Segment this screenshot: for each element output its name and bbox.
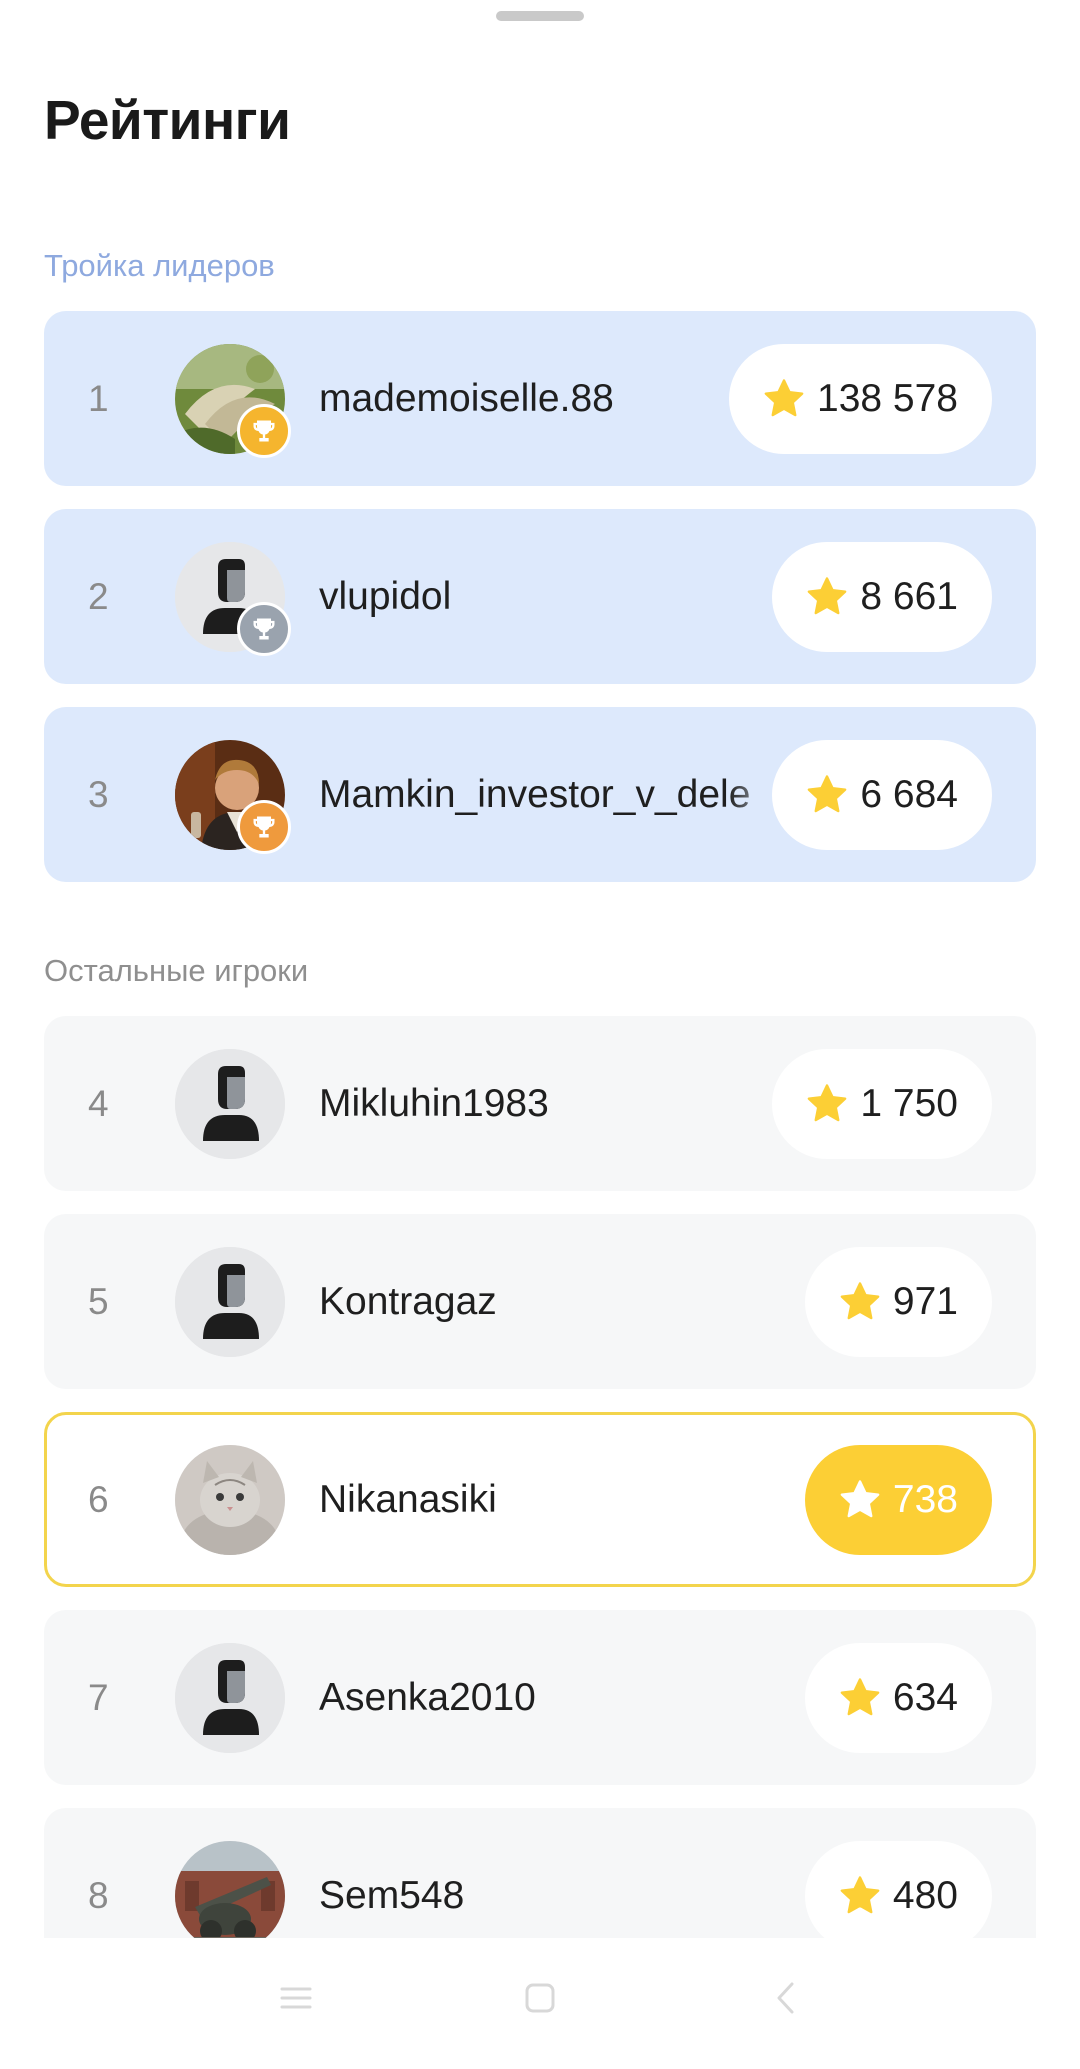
avatar xyxy=(175,1445,285,1555)
rank-number: 6 xyxy=(88,1478,109,1520)
section-label-leaders: Тройка лидеров xyxy=(44,248,275,283)
nav-home-button[interactable] xyxy=(510,1968,570,2028)
system-navigation-bar xyxy=(0,1938,1080,2069)
default-avatar xyxy=(175,1247,285,1357)
user-placeholder-icon xyxy=(175,1247,285,1357)
player-name: Nikanasiki xyxy=(319,1477,497,1521)
player-name: Kontragaz xyxy=(319,1279,497,1323)
leaderboard-row[interactable]: 2 vlupidol 8 661 xyxy=(44,509,1036,684)
score-pill: 138 578 xyxy=(729,344,992,454)
score-pill: 634 xyxy=(804,1643,992,1753)
avatar xyxy=(175,1841,285,1951)
rank-number: 7 xyxy=(88,1676,109,1718)
rank-number: 2 xyxy=(88,575,109,617)
default-avatar xyxy=(175,1049,285,1159)
rank-number: 3 xyxy=(88,773,109,815)
trophy-icon xyxy=(253,816,275,838)
score-pill: 8 661 xyxy=(772,542,992,652)
score-pill: 6 684 xyxy=(772,740,992,850)
rank-number: 1 xyxy=(88,377,109,419)
trophy-icon xyxy=(253,420,275,442)
score-pill-current-user: 738 xyxy=(804,1445,992,1555)
gold-trophy-badge xyxy=(237,404,291,458)
star-icon xyxy=(808,1084,847,1122)
nav-menu-button[interactable] xyxy=(266,1968,326,2028)
leaderboard-row-current-user[interactable]: 6 Nikanasiki 738 xyxy=(44,1412,1036,1587)
score-value: 8 661 xyxy=(860,575,958,618)
player-name: Mamkin_investor_v_dele xyxy=(319,772,751,816)
score-pill: 1 750 xyxy=(772,1049,992,1159)
nav-back-button[interactable] xyxy=(756,1968,816,2028)
rank-number: 4 xyxy=(88,1082,109,1124)
menu-icon xyxy=(280,1987,312,2009)
default-avatar xyxy=(175,1643,285,1753)
star-icon xyxy=(840,1480,880,1518)
star-icon xyxy=(764,379,804,417)
score-value: 6 684 xyxy=(860,773,958,816)
bronze-trophy-badge xyxy=(237,800,291,854)
star-icon xyxy=(840,1876,880,1914)
rank-number: 5 xyxy=(88,1280,109,1322)
home-square-icon xyxy=(525,1983,555,2013)
player-name: vlupidol xyxy=(319,574,452,618)
score-value: 1 750 xyxy=(860,1082,958,1125)
star-icon xyxy=(808,775,847,813)
score-value: 634 xyxy=(892,1676,958,1719)
back-chevron-icon xyxy=(777,1982,794,2014)
player-name: Mikluhin1983 xyxy=(319,1081,549,1125)
score-value: 971 xyxy=(892,1280,958,1323)
page-title: Рейтинги xyxy=(44,89,291,151)
star-icon xyxy=(808,577,847,615)
leaderboard-row[interactable]: 7 Asenka2010 634 xyxy=(44,1610,1036,1785)
star-icon xyxy=(840,1282,880,1320)
user-placeholder-icon xyxy=(175,1643,285,1753)
score-value: 138 578 xyxy=(817,377,958,420)
user-placeholder-icon xyxy=(175,1049,285,1159)
section-label-others: Остальные игроки xyxy=(44,953,309,988)
score-pill: 480 xyxy=(804,1841,992,1951)
leaderboard-row[interactable]: 3 Mamkin_investor_v_dele 6 684 xyxy=(44,707,1036,882)
score-value: 738 xyxy=(892,1478,958,1521)
star-icon xyxy=(840,1678,880,1716)
leaderboard-row[interactable]: 4 Mikluhin1983 1 750 xyxy=(44,1016,1036,1191)
trophy-icon xyxy=(253,618,275,640)
leaderboard-row[interactable]: 1 mademoiselle.88 138 578 xyxy=(44,311,1036,486)
player-name: mademoiselle.88 xyxy=(319,376,614,420)
score-value: 480 xyxy=(892,1874,958,1917)
silver-trophy-badge xyxy=(237,602,291,656)
sheet-grabber-handle[interactable] xyxy=(496,11,584,21)
leaderboard-row[interactable]: 5 Kontragaz 971 xyxy=(44,1214,1036,1389)
score-pill: 971 xyxy=(804,1247,992,1357)
player-name: Asenka2010 xyxy=(319,1675,536,1719)
